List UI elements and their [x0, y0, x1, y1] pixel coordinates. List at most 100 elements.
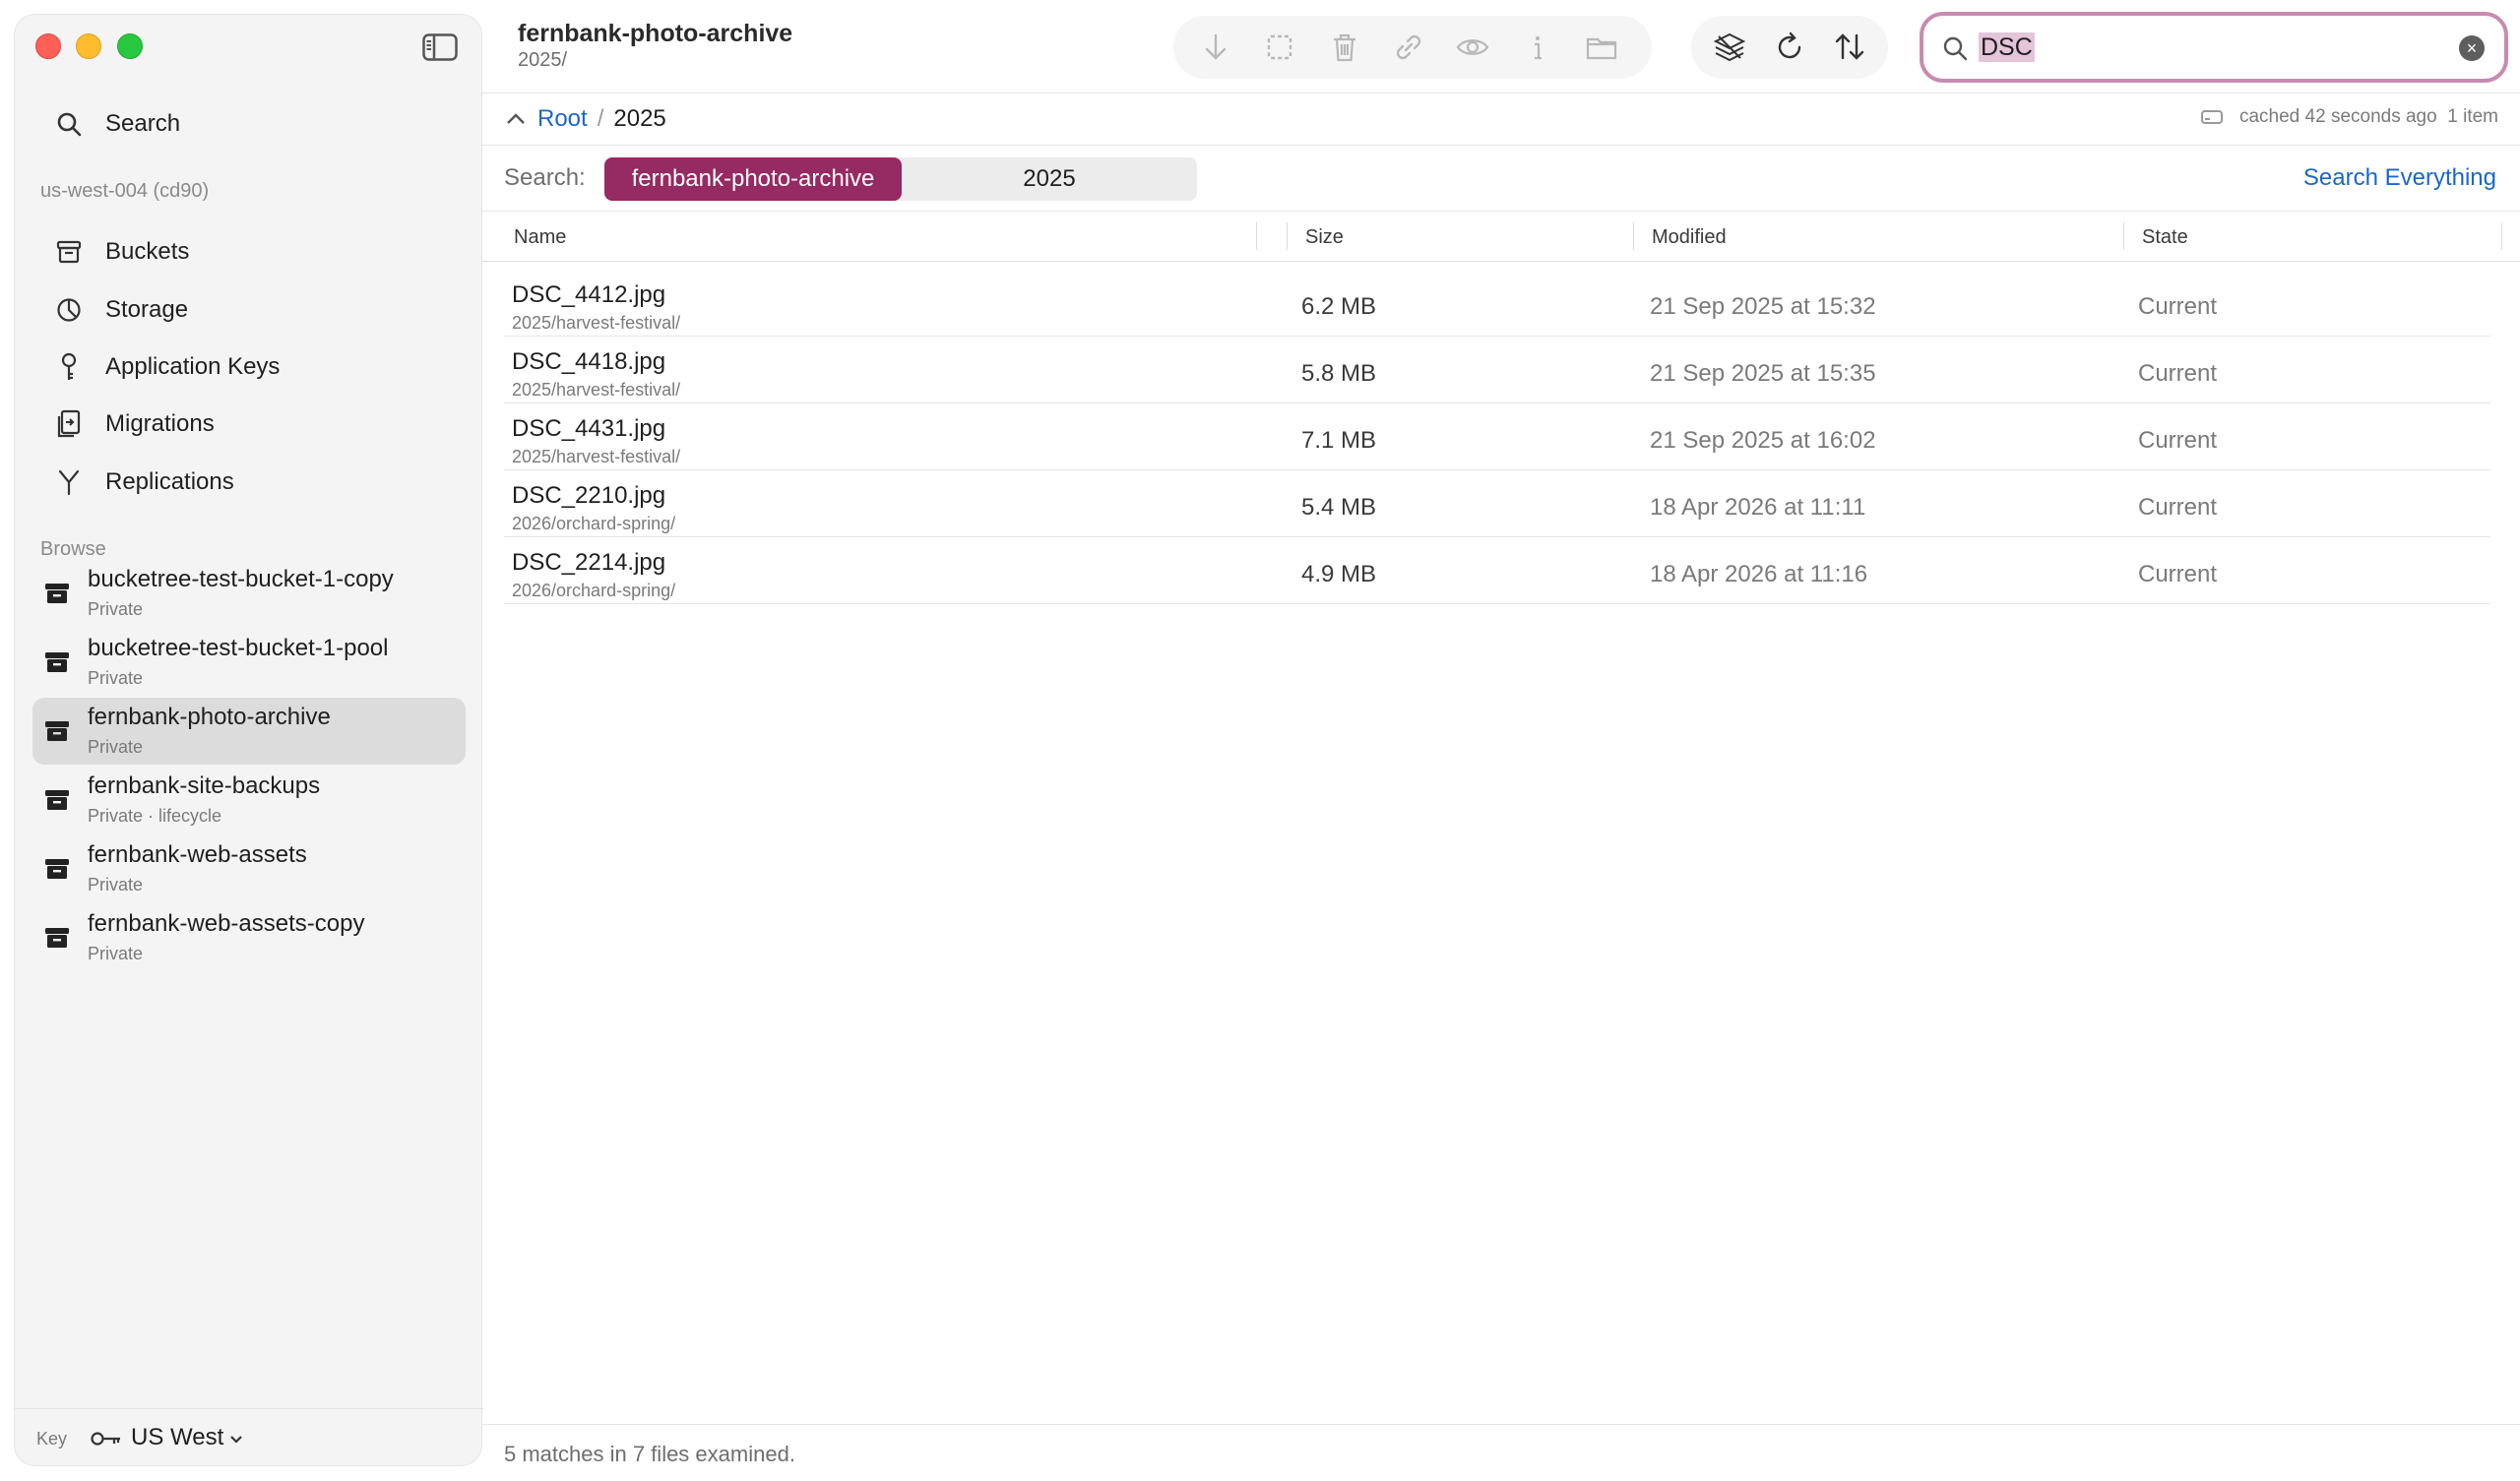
column-header-modified[interactable]: Modified — [1652, 226, 1727, 249]
file-state: Current — [2138, 360, 2218, 387]
bucket-visibility: Private · lifecycle — [88, 806, 222, 826]
file-state: Current — [2138, 561, 2218, 587]
refresh-icon[interactable] — [1769, 27, 1809, 68]
sidebar-search[interactable]: Search — [52, 99, 180, 149]
search-icon — [52, 107, 86, 141]
bucket-icon — [44, 788, 70, 812]
file-modified: 18 Apr 2026 at 11:16 — [1650, 561, 1868, 587]
layers-icon[interactable] — [1709, 27, 1749, 68]
bucket-name: fernbank-web-assets — [88, 841, 307, 868]
breadcrumb-root[interactable]: Root — [537, 105, 588, 133]
bucket-name: fernbank-web-assets-copy — [88, 910, 365, 937]
bucket-name: bucketree-test-bucket-1-pool — [88, 635, 389, 661]
sidebar-bucket-selected[interactable]: fernbank-photo-archive Private — [32, 698, 466, 765]
divider — [482, 1424, 2520, 1425]
sort-icon[interactable] — [1830, 27, 1870, 68]
divider — [482, 211, 2520, 212]
sidebar-bucket[interactable]: fernbank-web-assets Private — [32, 835, 466, 902]
download-icon[interactable] — [1195, 27, 1235, 68]
column-divider — [2123, 222, 2124, 250]
bucket-icon — [44, 582, 70, 605]
sidebar-search-label: Search — [105, 110, 181, 137]
file-size: 6.2 MB — [1301, 293, 1377, 320]
column-header-state[interactable]: State — [2142, 226, 2188, 249]
file-modified: 21 Sep 2025 at 15:32 — [1650, 293, 1876, 320]
file-path: 2025/harvest-festival/ — [512, 447, 681, 466]
sidebar-item-label: Migrations — [105, 410, 215, 437]
sidebar-bucket[interactable]: bucketree-test-bucket-1-copy Private — [32, 560, 466, 627]
divider — [482, 145, 2520, 146]
region-label: US West — [131, 1424, 224, 1450]
breadcrumb: Root / 2025 — [504, 104, 666, 134]
file-modified: 18 Apr 2026 at 11:11 — [1650, 494, 1866, 521]
folder-icon[interactable] — [1582, 27, 1622, 68]
key-label: Key — [36, 1429, 68, 1449]
bucket-visibility: Private — [88, 737, 144, 757]
table-row[interactable]: DSC_4418.jpg 2025/harvest-festival/ 5.8 … — [504, 337, 2490, 403]
bucket-visibility: Private — [88, 944, 144, 963]
sidebar-toggle-icon[interactable] — [422, 33, 458, 61]
file-state: Current — [2138, 494, 2218, 521]
column-divider — [1633, 222, 1634, 250]
column-divider — [1256, 222, 1257, 250]
zoom-window-button[interactable] — [117, 33, 143, 59]
scope-option-bucket[interactable]: fernbank-photo-archive — [604, 157, 902, 201]
divider — [482, 261, 2520, 262]
table-row[interactable]: DSC_2210.jpg 2026/orchard-spring/ 5.4 MB… — [504, 470, 2490, 537]
file-name: DSC_4418.jpg — [512, 348, 666, 375]
search-field[interactable]: DSC × — [1920, 12, 2508, 83]
sidebar-item-label: Buckets — [105, 238, 190, 265]
clear-search-icon[interactable]: × — [2459, 35, 2485, 61]
browse-header: Browse — [40, 538, 106, 560]
region-selector[interactable]: US West — [90, 1421, 243, 1454]
sidebar-bucket[interactable]: fernbank-web-assets-copy Private — [32, 904, 466, 971]
search-everything-link[interactable]: Search Everything — [2303, 164, 2496, 192]
region-header: us-west-004 (cd90) — [40, 180, 210, 202]
link-icon[interactable] — [1388, 27, 1428, 68]
pie-chart-icon — [52, 293, 86, 327]
bucket-name: fernbank-site-backups — [88, 772, 321, 799]
scope-option-folder[interactable]: 2025 — [902, 157, 1197, 201]
sidebar-item-storage[interactable]: Storage — [52, 285, 188, 335]
bucket-name: bucketree-test-bucket-1-copy — [88, 566, 394, 592]
file-state: Current — [2138, 427, 2218, 454]
info-icon[interactable] — [1517, 27, 1557, 68]
close-window-button[interactable] — [35, 33, 61, 59]
cache-status-text: cached 42 seconds ago 1 item — [2238, 106, 2498, 127]
sidebar-bucket[interactable]: fernbank-site-backups Private · lifecycl… — [32, 767, 466, 833]
eye-icon[interactable] — [1453, 27, 1493, 68]
file-path: 2025/harvest-festival/ — [512, 380, 681, 400]
file-name: DSC_4412.jpg — [512, 281, 666, 308]
bucket-icon — [44, 650, 70, 674]
table-row[interactable]: DSC_4431.jpg 2025/harvest-festival/ 7.1 … — [504, 403, 2490, 470]
file-size: 5.4 MB — [1301, 494, 1377, 521]
scope-segmented-control: fernbank-photo-archive 2025 — [604, 157, 1197, 201]
search-input[interactable]: DSC — [1979, 32, 2035, 62]
bucket-visibility: Private — [88, 875, 144, 895]
breadcrumb-separator: / — [597, 105, 604, 132]
sidebar-item-label: Application Keys — [105, 353, 281, 380]
bucket-icon — [44, 926, 70, 950]
select-icon[interactable] — [1259, 27, 1299, 68]
breadcrumb-current: 2025 — [613, 105, 666, 132]
chevron-up-icon[interactable] — [504, 107, 528, 131]
sidebar-item-buckets[interactable]: Buckets — [52, 227, 189, 277]
column-divider — [2501, 222, 2502, 250]
trash-icon[interactable] — [1324, 27, 1364, 68]
minimize-window-button[interactable] — [76, 33, 101, 59]
sidebar-bucket[interactable]: bucketree-test-bucket-1-pool Private — [32, 629, 466, 696]
window-title: fernbank-photo-archive — [518, 20, 793, 47]
sidebar-item-replications[interactable]: Replications — [52, 458, 234, 507]
file-path: 2026/orchard-spring/ — [512, 514, 676, 533]
sidebar-item-migrations[interactable]: Migrations — [52, 400, 215, 449]
column-header-name[interactable]: Name — [514, 226, 566, 249]
table-row[interactable]: DSC_2214.jpg 2026/orchard-spring/ 4.9 MB… — [504, 537, 2490, 604]
file-modified: 21 Sep 2025 at 15:35 — [1650, 360, 1876, 387]
sidebar-item-application-keys[interactable]: Application Keys — [52, 342, 280, 392]
view-toolbar — [1691, 16, 1888, 79]
column-header-size[interactable]: Size — [1305, 226, 1344, 249]
table-row[interactable]: DSC_4412.jpg 2025/harvest-festival/ 6.2 … — [504, 270, 2490, 337]
window-subtitle: 2025/ — [518, 49, 568, 71]
bucket-name: fernbank-photo-archive — [88, 704, 331, 730]
file-size: 4.9 MB — [1301, 561, 1377, 587]
